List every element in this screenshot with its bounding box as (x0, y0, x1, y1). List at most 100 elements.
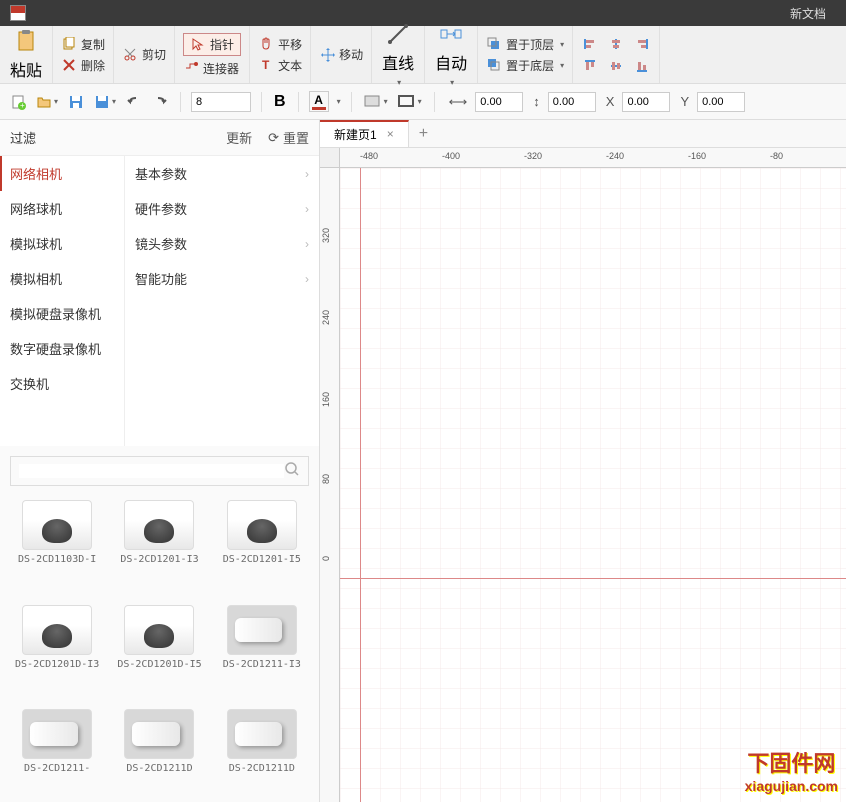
toolbar: + ▾ ▾ B A ▾ ▾ ▾ ⟷ ↕ X Y (0, 84, 846, 120)
camera-thumbnail (227, 709, 297, 759)
gallery-item[interactable]: DS-2CD1201D-I5 (112, 601, 206, 698)
new-file-icon[interactable]: + (8, 92, 28, 112)
align-middle-icon[interactable] (607, 57, 625, 75)
filter-label: 过滤 (10, 128, 36, 147)
gallery-item-label: DS-2CD1211D (229, 763, 295, 775)
bold-button[interactable]: B (272, 91, 288, 113)
category-list-left: 网络相机网络球机模拟球机模拟相机模拟硬盘录像机数字硬盘录像机交换机 (0, 156, 125, 446)
bring-front-button[interactable]: 置于顶层▾ (486, 36, 564, 53)
save-as-icon[interactable]: ▾ (92, 92, 118, 112)
chevron-down-icon: ▾ (397, 78, 401, 87)
font-size-input[interactable] (191, 92, 251, 112)
category-item[interactable]: 模拟球机 (0, 226, 124, 261)
watermark-url: xiagujian.com (745, 778, 838, 794)
origin-line-h (340, 578, 846, 579)
canvas[interactable]: 下固件网 xiagujian.com (340, 168, 846, 802)
gallery-item-label: DS-2CD1211- (24, 763, 90, 775)
update-button[interactable]: 更新 (226, 128, 252, 147)
redo-icon[interactable] (150, 92, 170, 112)
paste-label[interactable]: 粘贴 (10, 57, 42, 81)
x-input[interactable] (622, 92, 670, 112)
paste-icon[interactable] (14, 29, 38, 53)
gallery-item[interactable]: DS-2CD1201-I5 (215, 496, 309, 593)
text-icon: T (258, 57, 274, 73)
subcategory-item[interactable]: 镜头参数› (125, 226, 319, 261)
tab-page-1[interactable]: 新建页1 × (320, 120, 409, 147)
gallery-item[interactable]: DS-2CD1201-I3 (112, 496, 206, 593)
width-input[interactable] (475, 92, 523, 112)
camera-thumbnail (124, 605, 194, 655)
category-item[interactable]: 交换机 (0, 366, 124, 401)
auto-icon[interactable] (439, 22, 463, 46)
height-input[interactable] (548, 92, 596, 112)
tab-label: 新建页1 (334, 126, 377, 143)
auto-label[interactable]: 自动 (435, 50, 467, 74)
origin-line-v (360, 168, 361, 802)
border-color-button[interactable]: ▾ (396, 93, 424, 111)
category-item[interactable]: 网络相机 (0, 156, 124, 191)
subcategory-item[interactable]: 硬件参数› (125, 191, 319, 226)
add-tab-button[interactable]: + (409, 125, 438, 143)
gallery-item[interactable]: DS-2CD1201D-I3 (10, 601, 104, 698)
fill-color-button[interactable]: ▾ (362, 93, 390, 111)
chevron-down-icon: ▾ (560, 61, 564, 70)
chevron-down-icon: ▾ (560, 40, 564, 49)
bring-front-icon (486, 36, 502, 52)
cut-icon (122, 47, 138, 63)
y-input[interactable] (697, 92, 745, 112)
subcategory-item[interactable]: 智能功能› (125, 261, 319, 296)
gallery-item[interactable]: DS-2CD1211D (215, 705, 309, 802)
hand-icon (258, 36, 274, 52)
send-back-button[interactable]: 置于底层▾ (486, 57, 564, 74)
refresh-icon: ⟳ (268, 130, 279, 146)
gallery-item[interactable]: DS-2CD1103D-I (10, 496, 104, 593)
reset-button[interactable]: ⟳重置 (268, 128, 309, 147)
gallery-item[interactable]: DS-2CD1211D (112, 705, 206, 802)
line-icon[interactable] (386, 22, 410, 46)
search-input[interactable] (19, 464, 284, 478)
save-icon[interactable] (66, 92, 86, 112)
line-label[interactable]: 直线 (382, 50, 414, 74)
camera-thumbnail (227, 605, 297, 655)
align-center-h-icon[interactable] (607, 35, 625, 53)
move-button[interactable]: 移动 (319, 46, 363, 63)
pointer-icon (190, 36, 206, 52)
undo-icon[interactable] (124, 92, 144, 112)
camera-thumbnail (124, 709, 194, 759)
connector-button[interactable]: 连接器 (183, 60, 241, 77)
font-color-button[interactable]: A (309, 91, 329, 112)
chevron-right-icon: › (305, 237, 309, 251)
align-top-icon[interactable] (581, 57, 599, 75)
delete-button[interactable]: 删除 (61, 57, 105, 74)
chevron-down-icon[interactable]: ▾ (337, 97, 341, 106)
align-right-icon[interactable] (633, 35, 651, 53)
align-bottom-icon[interactable] (633, 57, 651, 75)
gallery-item[interactable]: DS-2CD1211- (10, 705, 104, 802)
text-button[interactable]: T 文本 (258, 57, 302, 74)
watermark-title: 下固件网 (745, 746, 838, 778)
y-label: Y (680, 94, 689, 109)
category-item[interactable]: 数字硬盘录像机 (0, 331, 124, 366)
category-item[interactable]: 模拟相机 (0, 261, 124, 296)
camera-thumbnail (227, 500, 297, 550)
pointer-button[interactable]: 指针 (183, 33, 241, 56)
chevron-right-icon: › (305, 272, 309, 286)
category-item[interactable]: 网络球机 (0, 191, 124, 226)
close-icon[interactable]: × (387, 127, 394, 141)
send-back-icon (486, 57, 502, 73)
pan-button[interactable]: 平移 (258, 36, 302, 53)
gallery-item-label: DS-2CD1103D-I (18, 554, 96, 566)
sidebar: 过滤 更新 ⟳重置 网络相机网络球机模拟球机模拟相机模拟硬盘录像机数字硬盘录像机… (0, 120, 320, 802)
category-item[interactable]: 模拟硬盘录像机 (0, 296, 124, 331)
search-icon[interactable] (284, 461, 300, 482)
open-file-icon[interactable]: ▾ (34, 92, 60, 112)
cut-button[interactable]: 剪切 (122, 46, 166, 63)
watermark: 下固件网 xiagujian.com (745, 746, 838, 794)
chevron-right-icon: › (305, 167, 309, 181)
align-left-icon[interactable] (581, 35, 599, 53)
gallery-item-label: DS-2CD1201-I3 (120, 554, 198, 566)
width-icon: ⟷ (449, 94, 468, 110)
gallery-item[interactable]: DS-2CD1211-I3 (215, 601, 309, 698)
subcategory-item[interactable]: 基本参数› (125, 156, 319, 191)
copy-button[interactable]: 复制 (61, 36, 105, 53)
